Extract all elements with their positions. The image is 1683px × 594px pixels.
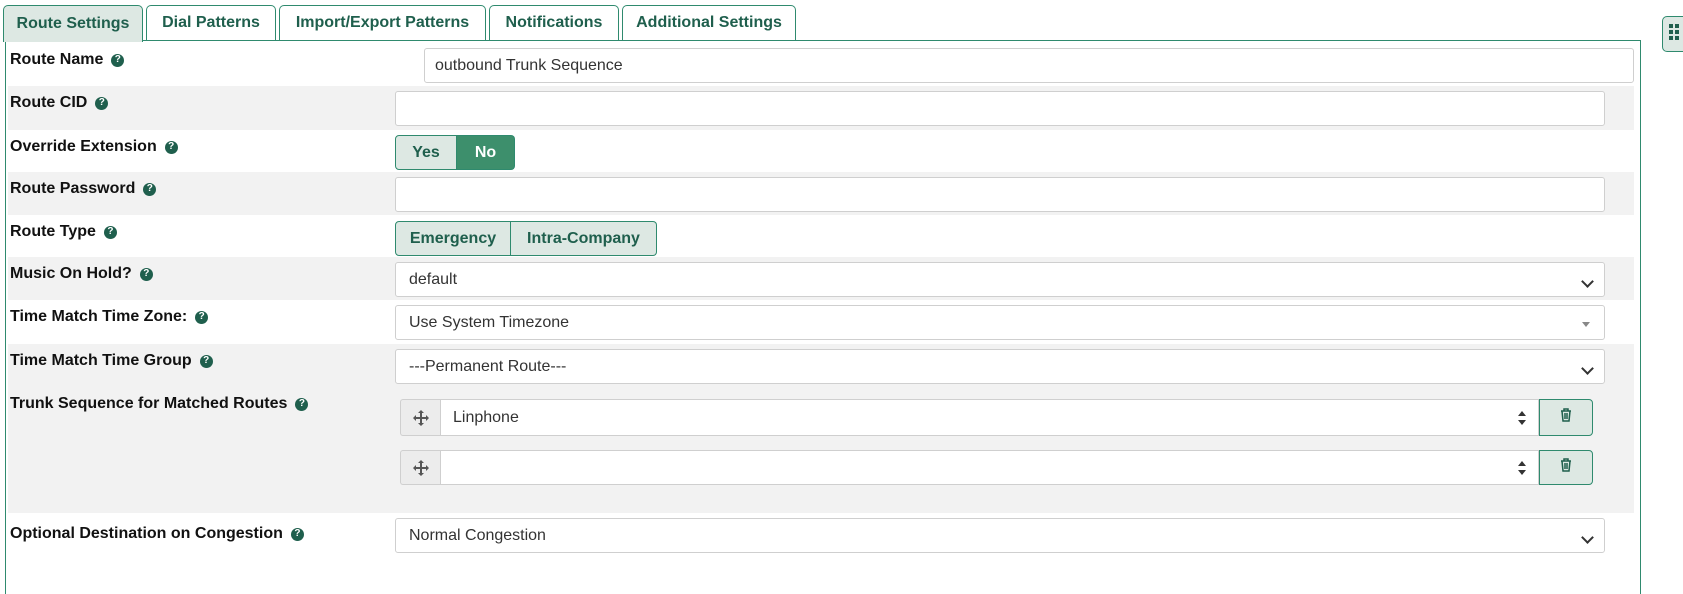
trunk-sequence-item: Linphone — [400, 399, 1593, 436]
route-type-toggle: Emergency Intra-Company — [395, 221, 657, 256]
trunk-sequence-label: Trunk Sequence for Matched Routes ? — [10, 395, 309, 413]
emergency-button[interactable]: Emergency — [395, 221, 511, 256]
time-group-label: Time Match Time Group ? — [10, 352, 213, 370]
question-circle-icon[interactable]: ? — [143, 182, 157, 196]
question-circle-icon[interactable]: ? — [164, 140, 178, 154]
music-on-hold-label: Music On Hold? ? — [10, 265, 153, 283]
override-no-button[interactable]: No — [457, 135, 515, 170]
trunk-select-1[interactable]: Linphone — [440, 399, 1539, 436]
move-arrows-icon[interactable] — [400, 450, 440, 485]
sort-arrows-icon — [1518, 461, 1526, 475]
tab-label: Route Settings — [16, 15, 130, 32]
route-name-row: Route Name ? outbound Trunk Sequence — [8, 43, 1634, 86]
question-circle-icon[interactable]: ? — [195, 310, 209, 324]
tab-label: Dial Patterns — [162, 14, 260, 31]
intra-company-button[interactable]: Intra-Company — [511, 221, 657, 256]
override-extension-row: Override Extension ? Yes No — [8, 130, 1634, 172]
override-extension-toggle: Yes No — [395, 135, 515, 170]
route-cid-label: Route CID ? — [10, 94, 109, 112]
tab-additional-settings[interactable]: Additional Settings — [622, 5, 796, 40]
question-circle-icon[interactable]: ? — [199, 354, 213, 368]
time-zone-select[interactable]: Use System Timezone — [395, 305, 1605, 340]
congestion-value: Normal Congestion — [409, 526, 546, 544]
question-circle-icon[interactable]: ? — [103, 225, 117, 239]
tab-dial-patterns[interactable]: Dial Patterns — [146, 5, 276, 40]
route-password-input[interactable] — [395, 177, 1605, 212]
delete-trunk-button-2[interactable] — [1539, 450, 1593, 485]
route-password-label: Route Password ? — [10, 180, 157, 198]
question-circle-icon[interactable]: ? — [111, 53, 125, 67]
congestion-label: Optional Destination on Congestion ? — [10, 525, 304, 543]
music-on-hold-select[interactable]: default — [395, 262, 1605, 297]
route-password-row: Route Password ? — [8, 172, 1634, 215]
congestion-row: Optional Destination on Congestion ? Nor… — [8, 513, 1634, 594]
override-extension-label: Override Extension ? — [10, 138, 178, 156]
trash-icon — [1560, 458, 1572, 477]
route-cid-row: Route CID ? — [8, 86, 1634, 130]
override-yes-button[interactable]: Yes — [395, 135, 457, 170]
tab-label: Import/Export Patterns — [295, 14, 470, 31]
grid-icon — [1669, 23, 1681, 45]
sort-arrows-icon — [1518, 411, 1526, 425]
tab-bar: Route Settings Dial Patterns Import/Expo… — [0, 0, 1640, 42]
time-zone-value: Use System Timezone — [409, 313, 570, 331]
delete-trunk-button-1[interactable] — [1539, 399, 1593, 436]
time-group-row: Time Match Time Group ? ---Permanent Rou… — [8, 344, 1634, 387]
tab-label: Additional Settings — [636, 14, 782, 31]
tab-route-settings[interactable]: Route Settings — [3, 5, 143, 42]
trunk-select-2[interactable] — [440, 450, 1539, 485]
music-on-hold-value: default — [409, 270, 458, 288]
time-zone-label: Time Match Time Zone: ? — [10, 308, 209, 326]
sidebar-toggle-button[interactable] — [1662, 16, 1683, 52]
time-group-select[interactable]: ---Permanent Route--- — [395, 349, 1605, 384]
route-cid-input[interactable] — [395, 91, 1605, 126]
route-type-row: Route Type ? Emergency Intra-Company — [8, 215, 1634, 257]
time-zone-row: Time Match Time Zone: ? Use System Timez… — [8, 300, 1634, 344]
question-circle-icon[interactable]: ? — [295, 397, 309, 411]
tab-import-export-patterns[interactable]: Import/Export Patterns — [279, 5, 486, 40]
route-name-value: outbound Trunk Sequence — [435, 56, 623, 74]
time-group-value: ---Permanent Route--- — [409, 357, 567, 375]
trunk-value-1: Linphone — [453, 408, 519, 426]
congestion-select[interactable]: Normal Congestion — [395, 518, 1605, 553]
route-name-input[interactable]: outbound Trunk Sequence — [424, 48, 1634, 83]
trunk-sequence-item — [400, 450, 1593, 485]
move-arrows-icon[interactable] — [400, 399, 440, 436]
music-on-hold-row: Music On Hold? ? default — [8, 257, 1634, 300]
trash-icon — [1560, 408, 1572, 427]
tab-notifications[interactable]: Notifications — [489, 5, 619, 40]
route-name-label: Route Name ? — [10, 51, 125, 69]
question-circle-icon[interactable]: ? — [95, 96, 109, 110]
trunk-sequence-row: Trunk Sequence for Matched Routes ? Linp… — [8, 387, 1634, 513]
tab-label: Notifications — [505, 14, 603, 31]
question-circle-icon[interactable]: ? — [139, 267, 153, 281]
question-circle-icon[interactable]: ? — [290, 527, 304, 541]
route-type-label: Route Type ? — [10, 223, 117, 241]
